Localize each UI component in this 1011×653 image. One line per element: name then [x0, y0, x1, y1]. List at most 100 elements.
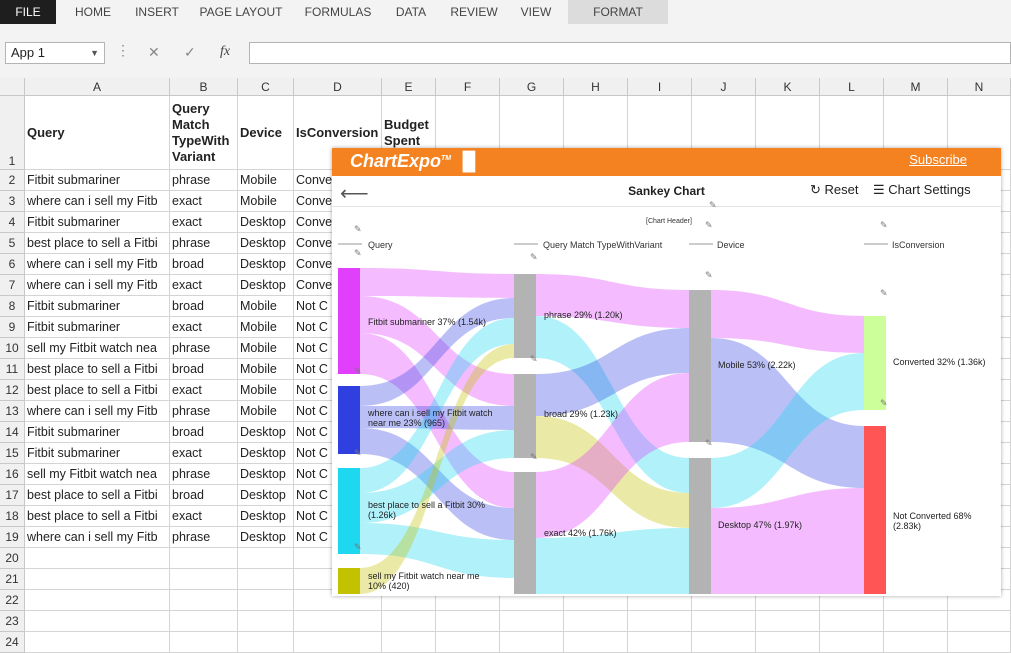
- column-header[interactable]: D: [294, 78, 382, 96]
- table-cell[interactable]: Desktop: [238, 527, 294, 548]
- edit-pencil-icon[interactable]: ✎: [530, 355, 538, 365]
- table-cell[interactable]: broad: [170, 359, 238, 380]
- cell[interactable]: [820, 611, 884, 632]
- table-cell[interactable]: Mobile: [238, 170, 294, 191]
- level-header-query[interactable]: Query: [368, 240, 393, 250]
- table-cell[interactable]: best place to sell a Fitbi: [25, 506, 170, 527]
- table-cell[interactable]: Mobile: [238, 338, 294, 359]
- table-cell[interactable]: where can i sell my Fitb: [25, 527, 170, 548]
- edit-pencil-icon[interactable]: ✎: [705, 439, 713, 449]
- table-cell[interactable]: Desktop: [238, 233, 294, 254]
- edit-pencil-icon[interactable]: ✎: [709, 201, 717, 211]
- tab-home[interactable]: HOME: [64, 0, 122, 24]
- cell[interactable]: [25, 569, 170, 590]
- row-header[interactable]: 9: [0, 317, 25, 338]
- edit-pencil-icon[interactable]: ✎: [354, 543, 362, 553]
- table-cell[interactable]: exact: [170, 191, 238, 212]
- cell[interactable]: [25, 632, 170, 653]
- row-header[interactable]: 10: [0, 338, 25, 359]
- cell[interactable]: [294, 611, 382, 632]
- header-cell[interactable]: Query Match TypeWith Variant: [170, 96, 238, 170]
- row-header[interactable]: 8: [0, 296, 25, 317]
- edit-pencil-icon[interactable]: ✎: [880, 289, 888, 299]
- cell[interactable]: [436, 611, 500, 632]
- tab-formulas[interactable]: FORMULAS: [298, 0, 378, 24]
- edit-pencil-icon[interactable]: ✎: [354, 449, 362, 459]
- table-cell[interactable]: Desktop: [238, 212, 294, 233]
- table-cell[interactable]: where can i sell my Fitb: [25, 275, 170, 296]
- table-cell[interactable]: Mobile: [238, 380, 294, 401]
- row-header[interactable]: 23: [0, 611, 25, 632]
- cell[interactable]: [170, 569, 238, 590]
- table-cell[interactable]: exact: [170, 506, 238, 527]
- table-cell[interactable]: Desktop: [238, 485, 294, 506]
- table-cell[interactable]: Desktop: [238, 506, 294, 527]
- edit-pencil-icon[interactable]: ✎: [705, 271, 713, 281]
- row-header[interactable]: 24: [0, 632, 25, 653]
- column-header[interactable]: K: [756, 78, 820, 96]
- cell[interactable]: [238, 569, 294, 590]
- cell[interactable]: [500, 611, 564, 632]
- row-header[interactable]: 5: [0, 233, 25, 254]
- row-header[interactable]: 18: [0, 506, 25, 527]
- row-header[interactable]: 22: [0, 590, 25, 611]
- cell[interactable]: [170, 611, 238, 632]
- cell[interactable]: [170, 632, 238, 653]
- node-mobile[interactable]: [689, 290, 711, 442]
- node-sell-my-fitbit[interactable]: [338, 568, 360, 594]
- table-cell[interactable]: Fitbit submariner: [25, 212, 170, 233]
- table-cell[interactable]: Mobile: [238, 317, 294, 338]
- cell[interactable]: [692, 632, 756, 653]
- node-best-place[interactable]: [338, 468, 360, 554]
- node-not-converted[interactable]: [864, 426, 886, 594]
- table-cell[interactable]: best place to sell a Fitbi: [25, 380, 170, 401]
- cell[interactable]: [564, 632, 628, 653]
- cell[interactable]: [756, 611, 820, 632]
- cell[interactable]: [238, 590, 294, 611]
- cell[interactable]: [238, 632, 294, 653]
- row-header[interactable]: 11: [0, 359, 25, 380]
- table-cell[interactable]: Fitbit submariner: [25, 443, 170, 464]
- table-cell[interactable]: Desktop: [238, 422, 294, 443]
- node-broad[interactable]: [514, 374, 536, 458]
- cell[interactable]: [692, 611, 756, 632]
- table-cell[interactable]: where can i sell my Fitb: [25, 191, 170, 212]
- header-cell[interactable]: Query: [25, 96, 170, 170]
- cell[interactable]: [294, 632, 382, 653]
- select-all-corner[interactable]: [0, 78, 25, 96]
- table-cell[interactable]: sell my Fitbit watch nea: [25, 464, 170, 485]
- more-options-icon[interactable]: ⋮: [116, 42, 130, 59]
- tab-format[interactable]: FORMAT: [568, 0, 668, 24]
- table-cell[interactable]: exact: [170, 275, 238, 296]
- node-phrase[interactable]: [514, 274, 536, 358]
- cell[interactable]: [500, 632, 564, 653]
- level-header-isconversion[interactable]: IsConversion: [892, 240, 945, 250]
- row-header[interactable]: 13: [0, 401, 25, 422]
- tab-insert[interactable]: INSERT: [128, 0, 186, 24]
- table-cell[interactable]: where can i sell my Fitb: [25, 401, 170, 422]
- edit-pencil-icon[interactable]: ✎: [354, 367, 362, 377]
- tab-view[interactable]: VIEW: [512, 0, 560, 24]
- table-cell[interactable]: Desktop: [238, 443, 294, 464]
- enter-icon[interactable]: ✓: [184, 44, 196, 61]
- table-cell[interactable]: sell my Fitbit watch nea: [25, 338, 170, 359]
- cell[interactable]: [25, 590, 170, 611]
- row-header[interactable]: 17: [0, 485, 25, 506]
- column-header[interactable]: A: [25, 78, 170, 96]
- sankey-link[interactable]: [360, 268, 514, 298]
- table-cell[interactable]: phrase: [170, 170, 238, 191]
- table-cell[interactable]: where can i sell my Fitb: [25, 254, 170, 275]
- table-cell[interactable]: Mobile: [238, 359, 294, 380]
- table-cell[interactable]: phrase: [170, 338, 238, 359]
- table-cell[interactable]: best place to sell a Fitbi: [25, 485, 170, 506]
- cell[interactable]: [628, 632, 692, 653]
- row-header[interactable]: 4: [0, 212, 25, 233]
- table-cell[interactable]: best place to sell a Fitbi: [25, 359, 170, 380]
- table-cell[interactable]: Desktop: [238, 464, 294, 485]
- table-cell[interactable]: Mobile: [238, 401, 294, 422]
- node-converted[interactable]: [864, 316, 886, 410]
- table-cell[interactable]: phrase: [170, 401, 238, 422]
- cell[interactable]: [948, 611, 1011, 632]
- table-cell[interactable]: exact: [170, 317, 238, 338]
- header-cell[interactable]: Device: [238, 96, 294, 170]
